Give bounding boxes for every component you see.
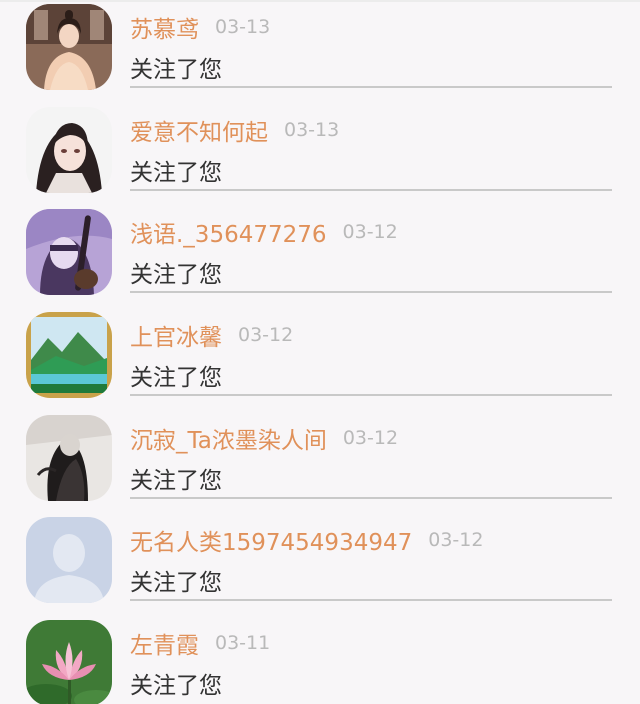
row-divider xyxy=(130,599,612,601)
notification-date: 03-12 xyxy=(428,529,484,551)
notification-date: 03-11 xyxy=(215,632,271,654)
avatar-landscape-icon[interactable] xyxy=(26,312,112,398)
list-item[interactable]: 沉寂_Ta浓墨染人间 03-12 关注了您 xyxy=(0,411,640,513)
notification-date: 03-13 xyxy=(284,119,340,141)
notification-header: 爱意不知何起 03-13 xyxy=(130,113,339,147)
notification-action-text: 关注了您 xyxy=(130,160,222,186)
notification-date: 03-12 xyxy=(342,221,398,243)
notification-header: 浅语._356477276 03-12 xyxy=(130,215,398,249)
notification-header: 上官冰馨 03-12 xyxy=(130,318,293,352)
list-item[interactable]: 上官冰馨 03-12 关注了您 xyxy=(0,308,640,410)
user-name-link[interactable]: 浅语._356477276 xyxy=(130,222,327,248)
avatar-ink-painting-icon[interactable] xyxy=(26,415,112,501)
notification-action-text: 关注了您 xyxy=(130,262,222,288)
notification-action-text: 关注了您 xyxy=(130,365,222,391)
list-item[interactable]: 爱意不知何起 03-13 关注了您 xyxy=(0,103,640,205)
list-item[interactable]: 无名人类1597454934947 03-12 关注了您 xyxy=(0,513,640,615)
list-item[interactable]: 浅语._356477276 03-12 关注了您 xyxy=(0,205,640,307)
list-item[interactable]: 苏慕鸢 03-13 关注了您 xyxy=(0,0,640,102)
row-divider xyxy=(130,394,612,396)
user-name-link[interactable]: 沉寂_Ta浓墨染人间 xyxy=(130,428,327,454)
notification-header: 苏慕鸢 03-13 xyxy=(130,10,270,44)
avatar-lotus-flower-icon[interactable] xyxy=(26,620,112,704)
notification-header: 左青霞 03-11 xyxy=(130,626,270,660)
follower-notification-list: 苏慕鸢 03-13 关注了您 爱意不知何起 03-13 关注了您 浅语._356… xyxy=(0,0,640,704)
avatar-anime-girl-instrument-icon[interactable] xyxy=(26,209,112,295)
notification-header: 无名人类1597454934947 03-12 xyxy=(130,523,483,557)
avatar-anime-man-icon[interactable] xyxy=(26,107,112,193)
user-name-link[interactable]: 左青霞 xyxy=(130,633,199,659)
user-name-link[interactable]: 上官冰馨 xyxy=(130,325,222,351)
notification-action-text: 关注了您 xyxy=(130,468,222,494)
notification-header: 沉寂_Ta浓墨染人间 03-12 xyxy=(130,421,398,455)
avatar-woman-hanfu-icon[interactable] xyxy=(26,4,112,90)
list-item[interactable]: 左青霞 03-11 关注了您 xyxy=(0,616,640,704)
user-name-link[interactable]: 无名人类1597454934947 xyxy=(130,530,412,556)
notification-action-text: 关注了您 xyxy=(130,57,222,83)
notification-action-text: 关注了您 xyxy=(130,570,222,596)
notification-date: 03-12 xyxy=(238,324,294,346)
notification-date: 03-13 xyxy=(215,16,271,38)
user-name-link[interactable]: 苏慕鸢 xyxy=(130,17,199,43)
avatar-default-silhouette-icon[interactable] xyxy=(26,517,112,603)
user-name-link[interactable]: 爱意不知何起 xyxy=(130,120,268,146)
row-divider xyxy=(130,291,612,293)
notification-date: 03-12 xyxy=(342,427,399,449)
notification-action-text: 关注了您 xyxy=(130,673,222,699)
row-divider xyxy=(130,86,612,88)
row-divider xyxy=(130,189,612,191)
row-divider xyxy=(130,497,612,499)
